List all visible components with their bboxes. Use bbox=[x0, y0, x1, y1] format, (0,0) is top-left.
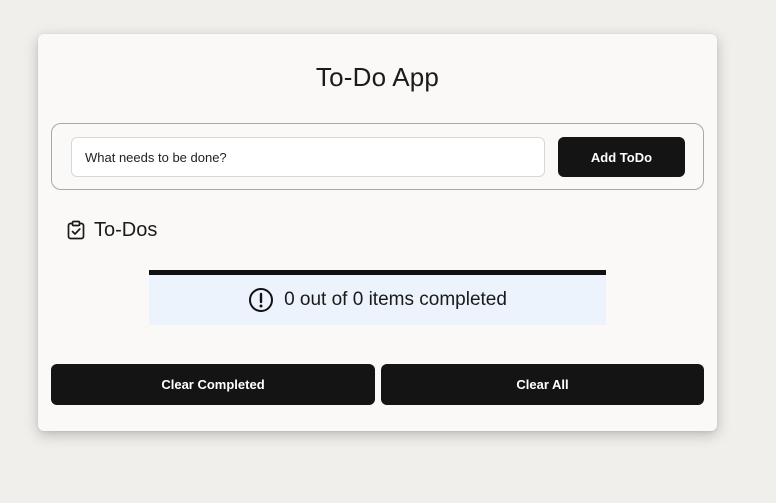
completion-status-text: 0 out of 0 items completed bbox=[284, 289, 507, 310]
clipboard-check-icon bbox=[66, 220, 86, 240]
todo-input[interactable] bbox=[71, 137, 545, 177]
todo-card: To-Do App Add ToDo To-Dos 0 out of 0 ite… bbox=[38, 34, 717, 431]
todos-section-header: To-Dos bbox=[66, 218, 157, 242]
section-title: To-Dos bbox=[94, 218, 158, 241]
clear-completed-button[interactable]: Clear Completed bbox=[51, 364, 375, 405]
page-title: To-Do App bbox=[315, 62, 440, 92]
clear-all-button[interactable]: Clear All bbox=[381, 364, 704, 405]
add-todo-form: Add ToDo bbox=[51, 123, 704, 190]
completion-status: 0 out of 0 items completed bbox=[149, 270, 606, 325]
add-todo-button[interactable]: Add ToDo bbox=[558, 137, 685, 177]
exclamation-circle-icon bbox=[248, 287, 274, 313]
